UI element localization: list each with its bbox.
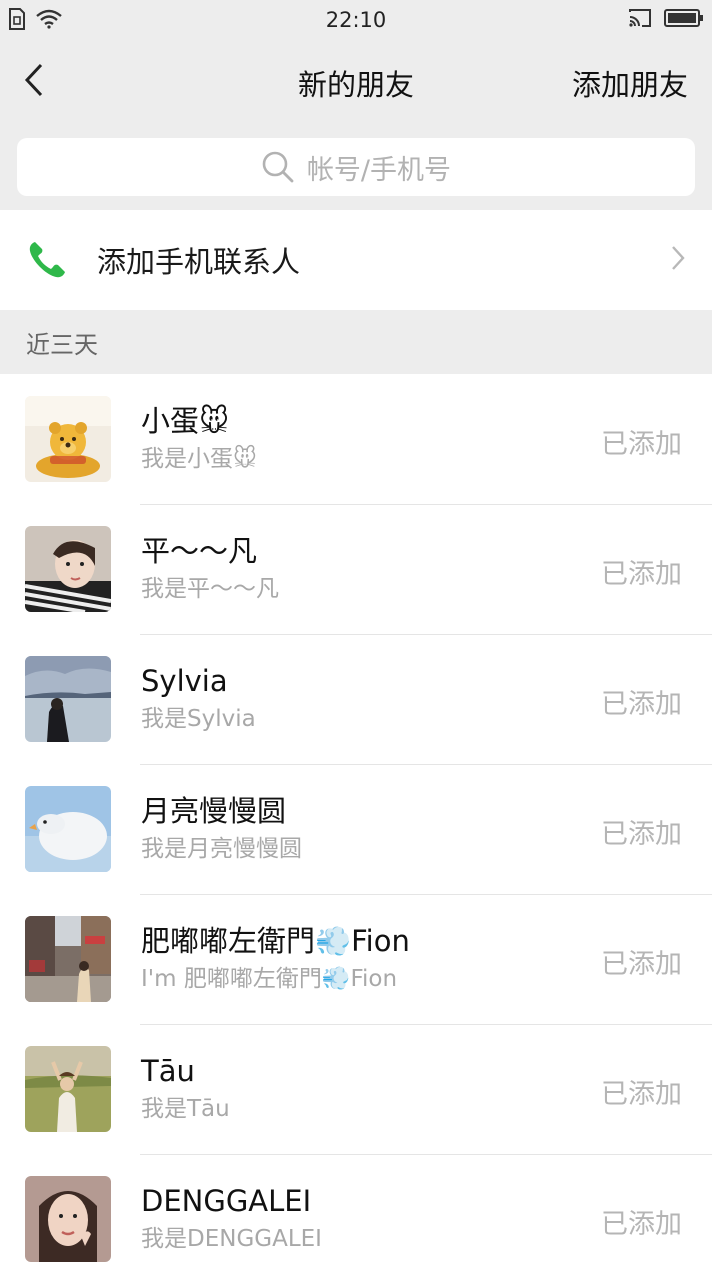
list-item[interactable]: 月亮慢慢圆 我是月亮慢慢圆 已添加 bbox=[0, 764, 712, 894]
added-status: 已添加 bbox=[601, 1209, 682, 1240]
added-status: 已添加 bbox=[601, 819, 682, 850]
added-status: 已添加 bbox=[601, 1079, 682, 1110]
add-friend-button[interactable]: 添加朋友 bbox=[572, 62, 688, 104]
add-phone-contacts-row[interactable]: 添加手机联系人 bbox=[0, 210, 712, 310]
clock: 22:10 bbox=[325, 8, 387, 32]
added-status: 已添加 bbox=[601, 949, 682, 980]
winnie-the-pooh-plush-avatar bbox=[25, 396, 111, 482]
added-status: 已添加 bbox=[601, 689, 682, 720]
add-phone-contacts-label: 添加手机联系人 bbox=[97, 245, 301, 279]
list-item[interactable]: Tāu 我是Tāu 已添加 bbox=[0, 1024, 712, 1154]
field-girl-avatar bbox=[25, 1046, 111, 1132]
battery-icon bbox=[664, 9, 703, 27]
white-goose-avatar bbox=[25, 786, 111, 872]
list-item[interactable]: 肥嘟嘟左衛門💨Fion I'm 肥嘟嘟左衛門💨Fion 已添加 bbox=[0, 894, 712, 1024]
lake-silhouette-avatar bbox=[25, 656, 111, 742]
section-header: 近三天 bbox=[0, 310, 712, 374]
status-bar: 22:10 bbox=[0, 0, 712, 40]
added-status: 已添加 bbox=[601, 559, 682, 590]
list-item[interactable]: DENGGALEI 我是DENGGALEI 已添加 bbox=[0, 1154, 712, 1284]
list-item[interactable]: 平～～凡 我是平～～凡 已添加 bbox=[0, 504, 712, 634]
search-container: 帐号/手机号 bbox=[0, 124, 712, 210]
list-item[interactable]: 小蛋🐭 我是小蛋🐭 已添加 bbox=[0, 374, 712, 504]
cast-icon bbox=[629, 9, 651, 27]
search-input[interactable]: 帐号/手机号 bbox=[17, 138, 695, 196]
search-icon bbox=[262, 151, 294, 183]
status-right-icons bbox=[628, 8, 704, 28]
added-status: 已添加 bbox=[601, 429, 682, 460]
street-photo-avatar bbox=[25, 916, 111, 1002]
woman-selfie-avatar bbox=[25, 526, 111, 612]
chevron-right-icon bbox=[672, 246, 685, 270]
nav-bar: 新的朋友 添加朋友 bbox=[0, 40, 712, 124]
friend-request-list: 小蛋🐭 我是小蛋🐭 已添加 平～～凡 我是平～～凡 已添加 Sylvia 我是S… bbox=[0, 374, 712, 1284]
phone-icon bbox=[22, 235, 72, 285]
search-placeholder: 帐号/手机号 bbox=[306, 154, 452, 186]
list-item[interactable]: Sylvia 我是Sylvia 已添加 bbox=[0, 634, 712, 764]
woman-portrait-avatar bbox=[25, 1176, 111, 1262]
